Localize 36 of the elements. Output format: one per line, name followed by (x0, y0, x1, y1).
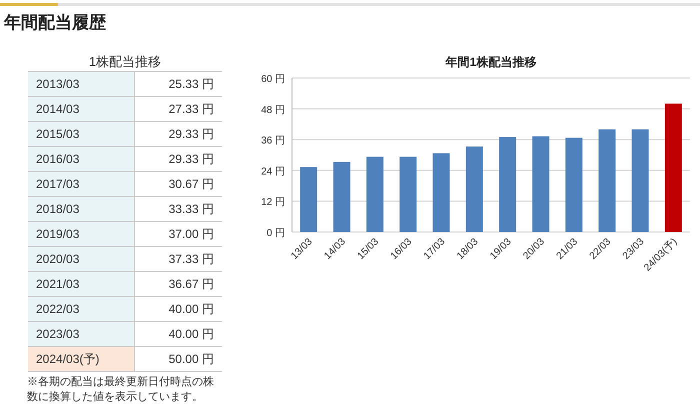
y-axis-label: 36 円 (261, 136, 285, 147)
table-cell: 2018/03 (28, 197, 135, 221)
y-axis-label: 24 円 (261, 166, 285, 178)
table-cell: 2019/03 (28, 222, 135, 246)
chart-title: 年間1株配当推移 (446, 55, 536, 69)
table-cell: 2014/03 (28, 97, 135, 121)
table-cell: 2022/03 (28, 297, 135, 321)
table-cell-text: 40.00 円 (168, 326, 215, 343)
table-cell-text: 37.33 円 (168, 251, 215, 268)
table-cell-text: 27.33 円 (168, 101, 215, 118)
table-cell-text: 29.33 円 (168, 126, 215, 143)
y-axis-label: 0 円 (266, 228, 285, 239)
table-cell-text: 30.67 円 (168, 176, 215, 193)
table-cell-text: 36.67 円 (168, 276, 215, 293)
y-axis-label: 60 円 (261, 74, 285, 85)
table-cell-text: 37.00 円 (168, 226, 215, 243)
y-axis-label: 48 円 (261, 104, 285, 116)
table-cell: 2017/03 (28, 172, 135, 196)
table-cell: 2013/03 (28, 72, 135, 96)
table-caption: 1株配当推移 (88, 54, 162, 70)
footnote: ※各期の配当は最終更新日付時点の株数に換算した値を表示しています。 (27, 375, 215, 405)
table-cell: 2020/03 (28, 247, 135, 271)
table-cell: 2023/03 (28, 322, 135, 346)
table-cell-text: 40.00 円 (168, 301, 215, 318)
table-cell-text: 33.33 円 (168, 201, 215, 218)
y-axis-label: 12 円 (261, 197, 285, 208)
table-cell-text: 29.33 円 (168, 151, 215, 168)
table-cell-text: 25.33 円 (168, 76, 215, 93)
section-title: 年間配当履歴 (4, 12, 107, 34)
table-cell-text: 50.00 円 (168, 351, 215, 368)
table-cell: 2016/03 (28, 147, 135, 171)
table-cell: 2021/03 (28, 272, 135, 296)
bar (300, 167, 318, 232)
table-cell: 2015/03 (28, 122, 135, 146)
bar (333, 162, 350, 232)
table-cell: 2024/03(予) (28, 347, 135, 371)
